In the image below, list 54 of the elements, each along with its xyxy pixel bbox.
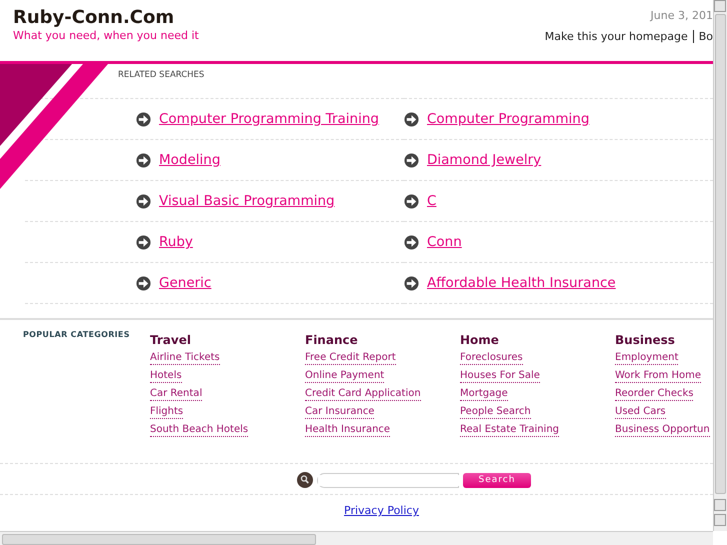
category-link[interactable]: People Search — [460, 405, 531, 419]
arrow-icon — [404, 112, 419, 126]
category-link[interactable]: Real Estate Training — [460, 423, 560, 437]
vertical-scrollbar[interactable] — [713, 0, 727, 531]
category-link[interactable]: Business Opportun — [615, 423, 710, 437]
category-link[interactable]: Car Insurance — [305, 405, 374, 419]
category-link[interactable]: Foreclosures — [460, 351, 523, 365]
arrow-icon — [136, 234, 151, 250]
category-link[interactable]: Houses For Sale — [460, 369, 540, 383]
category-title: Finance — [305, 333, 359, 347]
search-link[interactable]: C — [427, 193, 436, 209]
search-link[interactable]: Generic — [159, 275, 212, 291]
search-link[interactable]: Visual Basic Programming — [159, 193, 335, 209]
search-icon — [297, 472, 313, 488]
section-heading: RELATED SEARCHES — [117, 69, 206, 82]
category-link[interactable]: Reorder Checks — [615, 387, 694, 401]
search-link[interactable]: Modeling — [159, 152, 220, 168]
search-link[interactable]: Ruby — [159, 234, 193, 250]
arrow-icon — [136, 276, 151, 290]
arrow-icon — [136, 112, 151, 126]
category-link[interactable]: South Beach Hotels — [150, 423, 248, 437]
category-link[interactable]: Mortgage — [460, 387, 508, 401]
search-link[interactable]: Diamond Jewelry — [427, 152, 542, 168]
section-heading: POPULAR CATEGORIES — [23, 330, 131, 341]
search-link[interactable]: Computer Programming Training — [159, 111, 379, 127]
category-link[interactable]: Hotels — [150, 369, 182, 383]
category-link[interactable]: Work From Home — [615, 369, 701, 383]
search-link[interactable]: Computer Programming — [427, 111, 590, 127]
search-link[interactable]: Conn — [427, 234, 462, 250]
arrow-icon — [136, 152, 151, 168]
category-title: Business — [615, 333, 676, 347]
category-link[interactable]: Flights — [150, 405, 184, 419]
privacy-link[interactable]: Privacy Policy — [344, 504, 419, 517]
category-link[interactable]: Credit Card Application — [305, 387, 421, 401]
site-title: Ruby-Conn.Com — [13, 7, 176, 28]
category-title: Travel — [150, 333, 192, 347]
category-title: Home — [460, 333, 500, 347]
arrow-icon — [136, 194, 151, 208]
arrow-icon — [404, 194, 419, 208]
category-link[interactable]: Online Payment — [305, 369, 384, 383]
arrow-icon — [404, 276, 419, 290]
category-link[interactable]: Health Insurance — [305, 423, 390, 437]
category-link[interactable]: Free Credit Report — [305, 351, 396, 365]
site-tagline: What you need, when you need it — [13, 29, 199, 42]
search-link[interactable]: Affordable Health Insurance — [427, 275, 616, 291]
header-link[interactable]: Make this your homepage — [544, 30, 688, 43]
category-link[interactable]: Airline Tickets — [150, 351, 220, 365]
category-link[interactable]: Car Rental — [150, 387, 202, 401]
horizontal-scrollbar[interactable] — [0, 531, 713, 545]
date-label: June 3, 201 — [650, 9, 713, 22]
category-link[interactable]: Employment — [615, 351, 678, 365]
category-link[interactable]: Used Cars — [615, 405, 666, 419]
arrow-icon — [404, 152, 419, 168]
arrow-icon — [404, 234, 419, 250]
